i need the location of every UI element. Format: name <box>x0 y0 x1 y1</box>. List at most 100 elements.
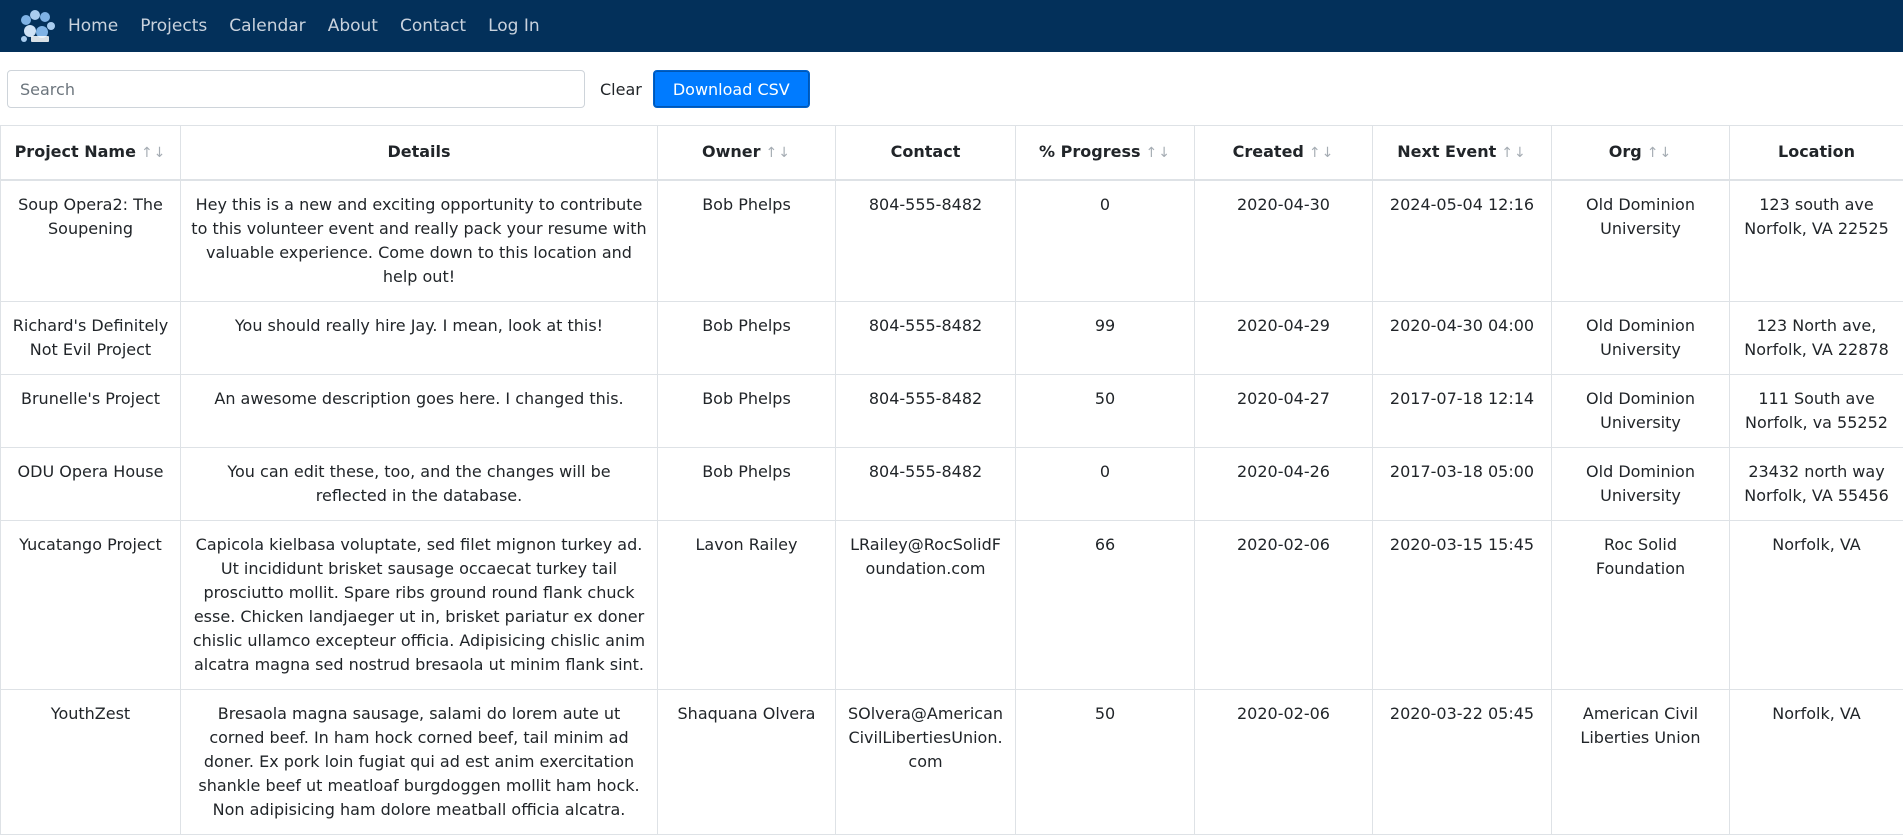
column-header-label: Details <box>387 142 450 161</box>
nav-link-home[interactable]: Home <box>68 16 118 36</box>
next-event-cell: 2020-03-22 05:45 <box>1373 690 1552 835</box>
org-cell: Roc Solid Foundation <box>1552 521 1730 690</box>
sort-arrows-icon[interactable]: ↑↓ <box>1501 145 1526 161</box>
contact-cell: 804-555-8482 <box>836 448 1016 521</box>
column-header-location: Location <box>1730 126 1903 181</box>
project-name-cell: Brunelle's Project <box>1 375 181 448</box>
location-cell: 123 south ave Norfolk, VA 22525 <box>1730 180 1903 302</box>
created-cell: 2020-02-06 <box>1195 690 1373 835</box>
nav-link-login[interactable]: Log In <box>488 16 540 36</box>
details-cell: Bresaola magna sausage, salami do lorem … <box>181 690 658 835</box>
location-cell: Norfolk, VA <box>1730 521 1903 690</box>
contact-cell: 804-555-8482 <box>836 302 1016 375</box>
owner-cell: Lavon Railey <box>658 521 836 690</box>
owner-cell: Bob Phelps <box>658 448 836 521</box>
column-header-details: Details <box>181 126 658 181</box>
project-name-cell: Soup Opera2: The Soupening <box>1 180 181 302</box>
top-navbar: Home Projects Calendar About Contact Log… <box>0 0 1903 52</box>
contact-cell: SOlvera@AmericanCivilLibertiesUnion.com <box>836 690 1016 835</box>
table-row[interactable]: Richard's Definitely Not Evil ProjectYou… <box>1 302 1903 375</box>
contact-cell: LRailey@RocSolidFoundation.com <box>836 521 1016 690</box>
project-name-cell: YouthZest <box>1 690 181 835</box>
column-header-label: Location <box>1778 142 1855 161</box>
logo-icon[interactable] <box>16 6 58 46</box>
column-header-owner[interactable]: Owner ↑↓ <box>658 126 836 181</box>
column-header-label: Org <box>1609 142 1642 161</box>
created-cell: 2020-02-06 <box>1195 521 1373 690</box>
details-cell: You should really hire Jay. I mean, look… <box>181 302 658 375</box>
created-cell: 2020-04-29 <box>1195 302 1373 375</box>
column-header-label: Created <box>1233 142 1304 161</box>
created-cell: 2020-04-27 <box>1195 375 1373 448</box>
column-header-org[interactable]: Org ↑↓ <box>1552 126 1730 181</box>
owner-cell: Bob Phelps <box>658 302 836 375</box>
org-cell: Old Dominion University <box>1552 375 1730 448</box>
column-header-progress[interactable]: % Progress ↑↓ <box>1016 126 1195 181</box>
sort-arrows-icon[interactable]: ↑↓ <box>1647 145 1672 161</box>
project-name-cell: ODU Opera House <box>1 448 181 521</box>
location-cell: 23432 north way Norfolk, VA 55456 <box>1730 448 1903 521</box>
owner-cell: Shaquana Olvera <box>658 690 836 835</box>
table-row[interactable]: Yucatango ProjectCapicola kielbasa volup… <box>1 521 1903 690</box>
table-body: Soup Opera2: The SoupeningHey this is a … <box>1 180 1903 835</box>
column-header-label: Owner <box>702 142 761 161</box>
org-cell: Old Dominion University <box>1552 180 1730 302</box>
column-header-next-event[interactable]: Next Event ↑↓ <box>1373 126 1552 181</box>
column-header-label: % Progress <box>1039 142 1140 161</box>
next-event-cell: 2024-05-04 12:16 <box>1373 180 1552 302</box>
table-row[interactable]: YouthZestBresaola magna sausage, salami … <box>1 690 1903 835</box>
table-toolbar: Clear Download CSV <box>0 52 1903 125</box>
column-header-created[interactable]: Created ↑↓ <box>1195 126 1373 181</box>
progress-cell: 66 <box>1016 521 1195 690</box>
nav-link-about[interactable]: About <box>328 16 378 36</box>
location-cell: 111 South ave Norfolk, va 55252 <box>1730 375 1903 448</box>
column-header-label: Project Name <box>15 142 136 161</box>
details-cell: An awesome description goes here. I chan… <box>181 375 658 448</box>
table-row[interactable]: Soup Opera2: The SoupeningHey this is a … <box>1 180 1903 302</box>
table-row[interactable]: ODU Opera HouseYou can edit these, too, … <box>1 448 1903 521</box>
nav-link-contact[interactable]: Contact <box>400 16 466 36</box>
progress-cell: 0 <box>1016 448 1195 521</box>
project-name-cell: Yucatango Project <box>1 521 181 690</box>
contact-cell: 804-555-8482 <box>836 375 1016 448</box>
progress-cell: 0 <box>1016 180 1195 302</box>
download-csv-button[interactable]: Download CSV <box>653 70 810 108</box>
next-event-cell: 2020-03-15 15:45 <box>1373 521 1552 690</box>
column-header-project-name[interactable]: Project Name ↑↓ <box>1 126 181 181</box>
org-cell: Old Dominion University <box>1552 302 1730 375</box>
sort-arrows-icon[interactable]: ↑↓ <box>1145 145 1170 161</box>
created-cell: 2020-04-30 <box>1195 180 1373 302</box>
column-header-label: Contact <box>891 142 961 161</box>
clear-button[interactable]: Clear <box>594 74 648 105</box>
sort-arrows-icon[interactable]: ↑↓ <box>1309 145 1334 161</box>
location-cell: Norfolk, VA <box>1730 690 1903 835</box>
progress-cell: 50 <box>1016 690 1195 835</box>
progress-cell: 99 <box>1016 302 1195 375</box>
nav-link-projects[interactable]: Projects <box>140 16 207 36</box>
next-event-cell: 2017-03-18 05:00 <box>1373 448 1552 521</box>
project-name-cell: Richard's Definitely Not Evil Project <box>1 302 181 375</box>
org-cell: Old Dominion University <box>1552 448 1730 521</box>
column-header-contact: Contact <box>836 126 1016 181</box>
details-cell: You can edit these, too, and the changes… <box>181 448 658 521</box>
owner-cell: Bob Phelps <box>658 180 836 302</box>
created-cell: 2020-04-26 <box>1195 448 1373 521</box>
column-header-label: Next Event <box>1397 142 1496 161</box>
progress-cell: 50 <box>1016 375 1195 448</box>
owner-cell: Bob Phelps <box>658 375 836 448</box>
table-header: Project Name ↑↓ Details Owner ↑↓ Contact % Pro… <box>1 126 1903 181</box>
contact-cell: 804-555-8482 <box>836 180 1016 302</box>
sort-arrows-icon[interactable]: ↑↓ <box>141 145 166 161</box>
next-event-cell: 2020-04-30 04:00 <box>1373 302 1552 375</box>
details-cell: Capicola kielbasa voluptate, sed filet m… <box>181 521 658 690</box>
details-cell: Hey this is a new and exciting opportuni… <box>181 180 658 302</box>
projects-table: Project Name ↑↓ Details Owner ↑↓ Contact % Pro… <box>0 125 1903 835</box>
header-row: Project Name ↑↓ Details Owner ↑↓ Contact % Pro… <box>1 126 1903 181</box>
org-cell: American Civil Liberties Union <box>1552 690 1730 835</box>
sort-arrows-icon[interactable]: ↑↓ <box>766 145 791 161</box>
next-event-cell: 2017-07-18 12:14 <box>1373 375 1552 448</box>
table-row[interactable]: Brunelle's ProjectAn awesome description… <box>1 375 1903 448</box>
location-cell: 123 North ave, Norfolk, VA 22878 <box>1730 302 1903 375</box>
search-input[interactable] <box>7 70 585 108</box>
nav-link-calendar[interactable]: Calendar <box>229 16 305 36</box>
